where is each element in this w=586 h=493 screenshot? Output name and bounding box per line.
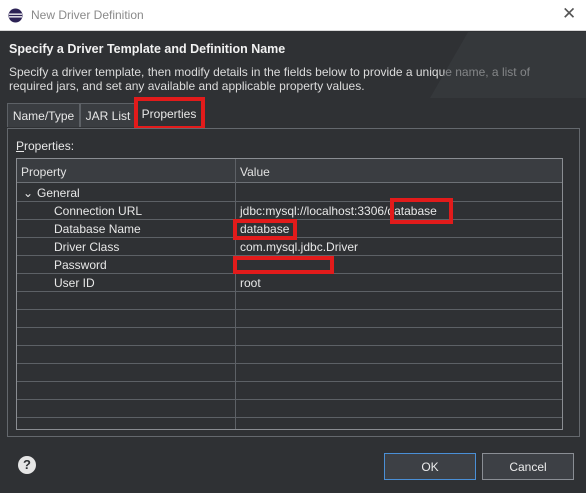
cancel-button[interactable]: Cancel: [482, 453, 574, 480]
annotation-box-database-name: [233, 219, 297, 240]
row-divider: [17, 363, 562, 364]
property-name[interactable]: Password: [54, 256, 107, 274]
row-divider: [17, 345, 562, 346]
row-divider: [17, 327, 562, 328]
row-divider: [17, 381, 562, 382]
property-name[interactable]: Connection URL: [54, 202, 142, 220]
property-value[interactable]: root: [240, 274, 261, 292]
tab-name-type[interactable]: Name/Type: [7, 103, 80, 127]
close-icon[interactable]: ✕: [562, 4, 576, 24]
tab-highlight-box: [134, 97, 205, 130]
group-label-general[interactable]: General: [37, 184, 80, 202]
properties-label: Properties:: [16, 139, 75, 153]
ok-button[interactable]: OK: [384, 453, 476, 480]
column-header-value[interactable]: Value: [236, 159, 562, 183]
tab-jar-list[interactable]: JAR List: [80, 103, 136, 127]
window-title: New Driver Definition: [31, 8, 144, 22]
chevron-down-icon[interactable]: ⌄: [23, 184, 33, 202]
row-divider: [17, 291, 562, 292]
property-name[interactable]: Database Name: [54, 220, 141, 238]
annotation-box-url-database: [390, 198, 453, 224]
property-name[interactable]: Driver Class: [54, 238, 119, 256]
help-icon[interactable]: ?: [18, 456, 36, 474]
row-divider: [17, 399, 562, 400]
window-titlebar: New Driver Definition ✕: [0, 0, 586, 31]
eclipse-icon: [8, 8, 23, 23]
property-value[interactable]: com.mysql.jdbc.Driver: [240, 238, 358, 256]
property-name[interactable]: User ID: [54, 274, 95, 292]
row-divider: [17, 309, 562, 310]
column-divider: [235, 159, 236, 429]
annotation-box-password: [233, 256, 334, 274]
properties-table[interactable]: Property Value ⌄ General Connection URL …: [16, 158, 563, 430]
page-title: Specify a Driver Template and Definition…: [9, 42, 286, 56]
column-header-property[interactable]: Property: [17, 159, 235, 183]
tab-strip: Name/Type JAR List Properties: [7, 98, 580, 128]
row-divider: [17, 417, 562, 418]
